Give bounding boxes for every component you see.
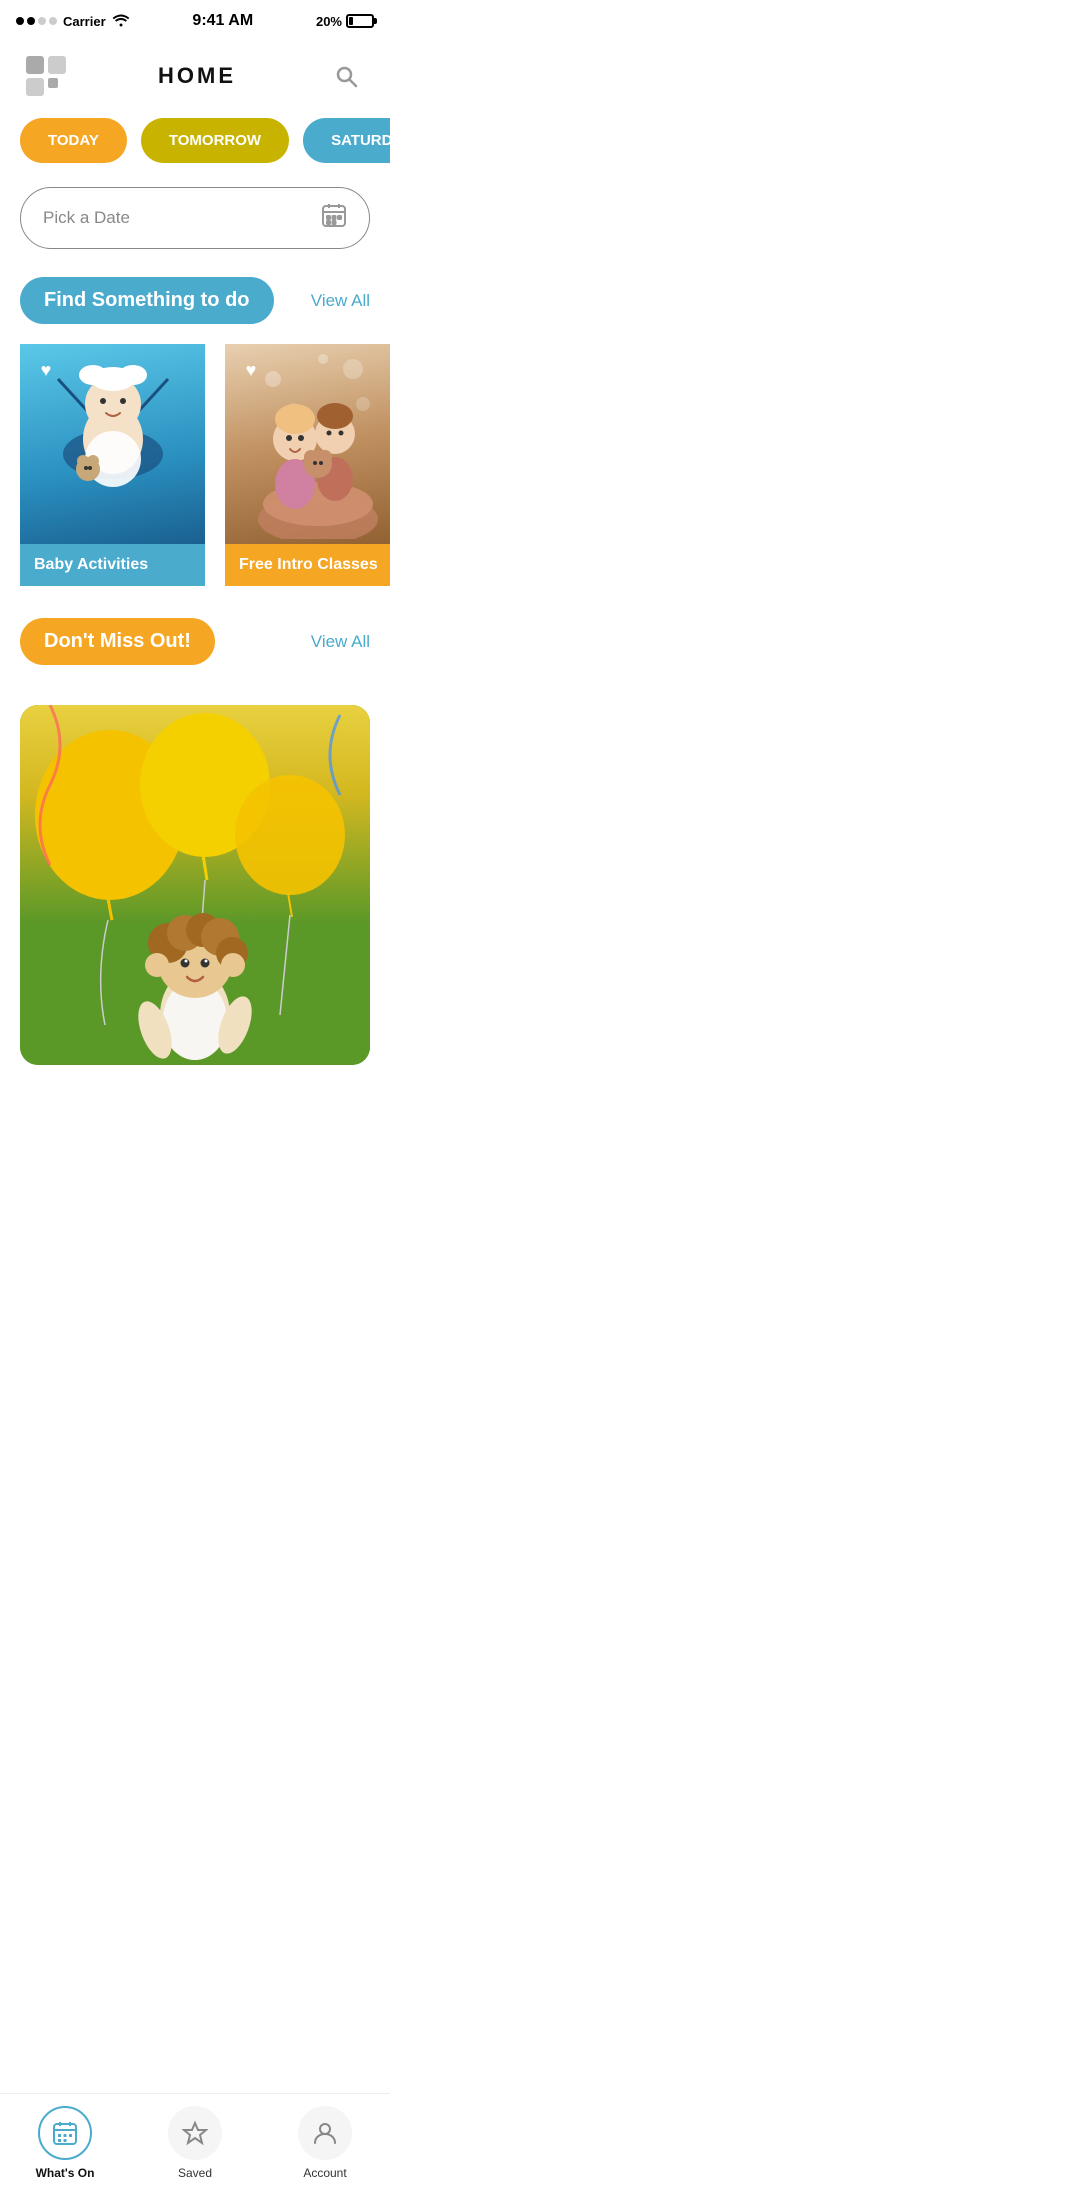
feature-card[interactable] [20,705,370,1065]
nav-item-saved[interactable]: Saved [130,2106,260,2180]
dont-miss-section: Don't Miss Out! View All [0,618,390,705]
find-section-title: Find Something to do [44,289,250,311]
wifi-icon [112,13,130,30]
date-picker[interactable]: Pick a Date [20,187,370,249]
status-right: 20% [316,14,374,29]
nav-item-whats-on[interactable]: What's On [0,2106,130,2180]
tab-saturday[interactable]: SATURDAY [303,118,390,163]
card-baby-activities[interactable]: ♥ Baby Activities [20,344,205,586]
dont-miss-header: Don't Miss Out! View All [20,618,370,685]
card-baby-label: Baby Activities [20,544,205,586]
find-section-header: Find Something to do View All [0,277,390,344]
battery-icon [346,14,374,28]
signal-dots [16,17,57,25]
status-time: 9:41 AM [192,12,253,30]
activity-cards-row: ♥ Baby Activities [0,344,390,618]
bottom-nav: What's On Saved Account [0,2093,390,2200]
tab-tomorrow[interactable]: TOMORROW [141,118,289,163]
signal-dot-2 [27,17,35,25]
battery-percent: 20% [316,14,342,29]
card-intro-label: Free Intro Classes [225,544,390,586]
account-icon-circle [298,2106,352,2160]
card-intro-classes[interactable]: ♥ Free Intro Classes [225,344,390,586]
tab-today[interactable]: TODAY [20,118,127,163]
bottom-spacer [0,1065,390,1165]
dont-miss-title: Don't Miss Out! [44,630,191,652]
status-bar: Carrier 9:41 AM 20% [0,0,390,38]
day-tabs-row: TODAY TOMORROW SATURDAY SUNDAY [0,118,390,187]
nav-item-account[interactable]: Account [260,2106,390,2180]
signal-dot-4 [49,17,57,25]
balloon-area [20,705,370,1065]
dont-miss-badge: Don't Miss Out! [20,618,215,665]
page-title: HOME [158,63,236,89]
feature-card-inner [20,705,370,1065]
saved-icon-circle [168,2106,222,2160]
app-logo [24,54,68,98]
dont-miss-view-all[interactable]: View All [311,632,370,652]
find-section-badge: Find Something to do [20,277,274,324]
heart-icon-intro[interactable]: ♥ [237,356,265,384]
whats-on-label: What's On [36,2166,95,2180]
app-header: HOME [0,38,390,118]
heart-icon-baby[interactable]: ♥ [32,356,60,384]
signal-dot-3 [38,17,46,25]
saved-label: Saved [178,2166,212,2180]
find-view-all-link[interactable]: View All [311,291,370,311]
calendar-icon [321,202,347,234]
date-picker-placeholder: Pick a Date [43,208,130,228]
signal-dot-1 [16,17,24,25]
date-picker-container: Pick a Date [0,187,390,277]
search-button[interactable] [326,56,366,96]
battery-fill [349,17,353,25]
carrier-label: Carrier [63,14,106,29]
whats-on-icon-circle [38,2106,92,2160]
account-label: Account [303,2166,346,2180]
status-left: Carrier [16,13,130,30]
